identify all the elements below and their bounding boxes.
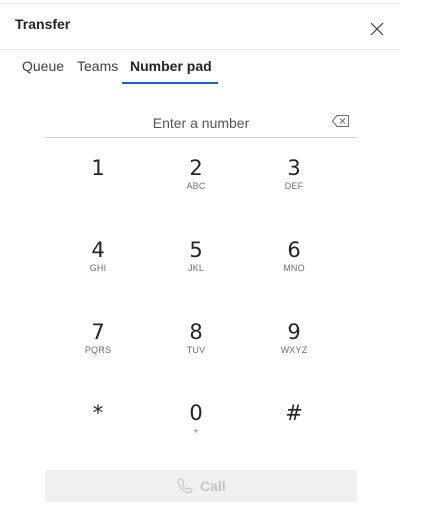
call-button-content: Call xyxy=(176,477,226,495)
key-digit: 7 xyxy=(91,320,105,344)
backspace-icon xyxy=(332,115,349,127)
tab-number-pad[interactable]: Number pad xyxy=(130,58,212,74)
key-digit: * xyxy=(92,401,104,425)
phone-icon xyxy=(177,478,193,494)
key-6[interactable]: 6 MNO xyxy=(254,238,334,298)
key-digit: 6 xyxy=(287,238,301,262)
key-letters: WXYZ xyxy=(280,345,308,355)
key-digit: 8 xyxy=(189,320,203,344)
key-letters: PQRS xyxy=(84,345,112,355)
top-divider xyxy=(0,3,400,4)
key-8[interactable]: 8 TUV xyxy=(156,320,236,380)
key-digit: 3 xyxy=(287,156,301,180)
tab-teams[interactable]: Teams xyxy=(77,58,118,74)
key-letters: TUV xyxy=(186,345,206,355)
key-letters: DEF xyxy=(284,181,304,191)
key-3[interactable]: 3 DEF xyxy=(254,156,334,216)
key-digit: 5 xyxy=(189,238,203,262)
key-letters: JKL xyxy=(187,263,205,273)
transfer-panel: Transfer Queue Teams Number pad 1 2 ABC … xyxy=(0,0,400,514)
key-5[interactable]: 5 JKL xyxy=(156,238,236,298)
key-letters: GHI xyxy=(89,263,107,273)
key-digit: 2 xyxy=(189,156,203,180)
key-digit: # xyxy=(285,401,303,425)
key-digit: 1 xyxy=(91,156,105,180)
key-1[interactable]: 1 xyxy=(58,156,138,216)
backspace-button[interactable] xyxy=(331,113,351,129)
close-icon xyxy=(370,22,384,36)
key-letters: ABC xyxy=(186,181,206,191)
key-4[interactable]: 4 GHI xyxy=(58,238,138,298)
key-2[interactable]: 2 ABC xyxy=(156,156,236,216)
header-divider xyxy=(0,49,400,50)
key-digit: 4 xyxy=(91,238,105,262)
key-letters: + xyxy=(193,426,199,436)
panel-title: Transfer xyxy=(15,16,71,32)
selected-tab-indicator xyxy=(122,82,218,84)
key-digit: 0 xyxy=(189,401,203,425)
key-9[interactable]: 9 WXYZ xyxy=(254,320,334,380)
number-input[interactable] xyxy=(45,108,357,138)
call-button-label: Call xyxy=(200,478,226,494)
key-hash[interactable]: # xyxy=(254,401,334,461)
key-letters: MNO xyxy=(283,263,305,273)
key-7[interactable]: 7 PQRS xyxy=(58,320,138,380)
key-0[interactable]: 0 + xyxy=(156,401,236,461)
close-button[interactable] xyxy=(368,20,386,38)
call-button[interactable]: Call xyxy=(45,470,357,502)
key-digit: 9 xyxy=(287,320,301,344)
key-star[interactable]: * xyxy=(58,401,138,461)
tab-queue[interactable]: Queue xyxy=(22,58,64,74)
